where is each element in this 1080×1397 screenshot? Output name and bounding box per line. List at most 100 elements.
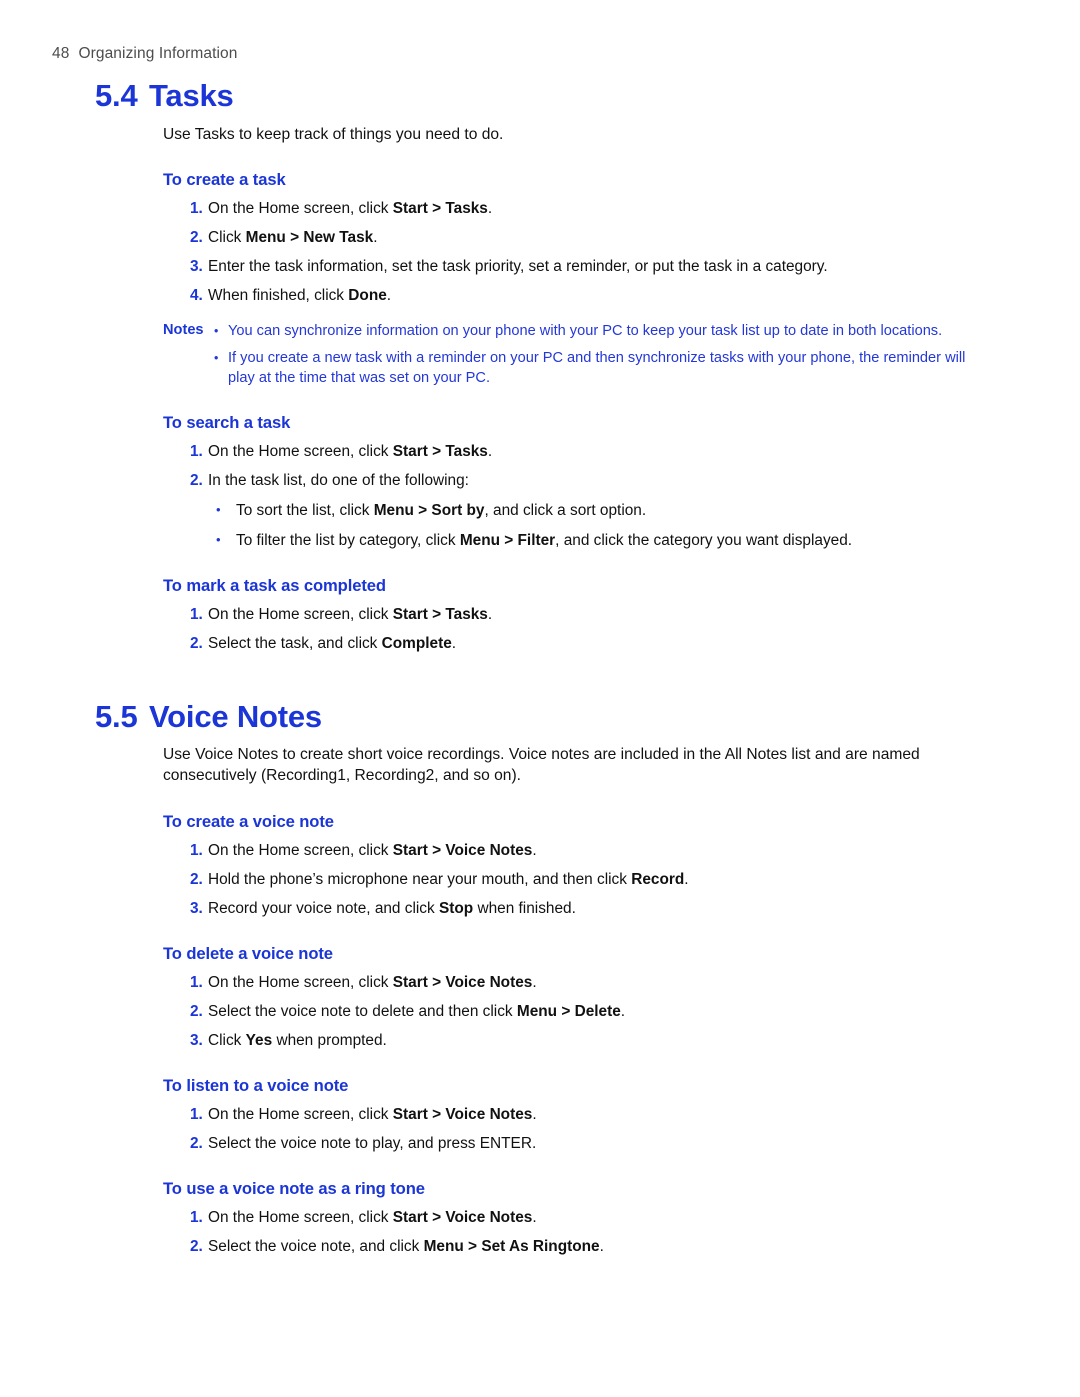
bold-run: Start > Voice Notes <box>392 973 533 991</box>
running-header: 48 Organizing Information <box>52 45 237 63</box>
ordered-step: 3. Click Yes when prompted. <box>0 1031 1080 1051</box>
bold-run: Start > Tasks <box>392 200 488 218</box>
bold-run: Record <box>631 870 685 888</box>
bullet-item: • To sort the list, click Menu > Sort by,… <box>0 501 1080 521</box>
bullet-dot-icon: • <box>216 532 221 548</box>
ordered-step: 1. On the Home screen, click Start > Task… <box>0 605 1080 625</box>
ordered-step: 4. When finished, click Done. <box>0 286 1080 306</box>
text-run: . <box>599 1237 604 1255</box>
steps-create-voice-note: 1. On the Home screen, click Start > Voic… <box>0 841 1080 919</box>
bullet-dot-icon: • <box>214 351 219 366</box>
text-run: On the Home screen, click <box>208 1208 393 1226</box>
ordered-step: 2. Click Menu > New Task. <box>0 228 1080 248</box>
note-text: If you create a new task with a reminder… <box>228 350 966 386</box>
document-page: 48 Organizing Information 5.4 Tasks Use Ta… <box>0 0 1080 1397</box>
note-item: • You can synchronize information on your… <box>0 322 1080 342</box>
bold-run: Start > Tasks <box>392 443 488 461</box>
text-run: . <box>487 200 493 218</box>
bold-run: Done <box>348 287 387 305</box>
ordered-step: 3. Record your voice note, and click Stop… <box>0 899 1080 919</box>
step-text: On the Home screen, click Start > Tasks. <box>208 443 492 460</box>
ordered-step: 2. Select the task, and click Complete. <box>0 634 1080 654</box>
bold-run: Menu > Set As Ringtone <box>423 1237 600 1255</box>
subheading-to-mark-task-completed: To mark a task as completed <box>163 576 386 596</box>
step-number: 1. <box>190 606 203 624</box>
text-run: On the Home screen, click <box>208 1105 393 1123</box>
text-run: On the Home screen, click <box>208 841 393 859</box>
ordered-step: 2. Select the voice note to play, and pre… <box>0 1134 1080 1154</box>
step-text: Select the voice note to delete and then… <box>208 1003 625 1020</box>
bold-run: Menu > Filter <box>459 532 556 550</box>
text-run: . <box>373 229 378 247</box>
bold-run: Menu > Delete <box>516 1002 621 1020</box>
text-run: On the Home screen, click <box>208 200 393 218</box>
ordered-step: 2. Select the voice note, and click Menu … <box>0 1237 1080 1257</box>
ordered-step: 1. On the Home screen, click Start > Voic… <box>0 973 1080 993</box>
step-number: 2. <box>190 635 203 653</box>
text-run: . <box>532 1105 537 1123</box>
step-number: 1. <box>190 443 203 461</box>
steps-voice-note-ringtone: 1. On the Home screen, click Start > Voic… <box>0 1208 1080 1257</box>
note-item: • If you create a new task with a reminde… <box>0 349 1080 388</box>
text-run: On the Home screen, click <box>208 973 393 991</box>
ordered-step: 1. On the Home screen, click Start > Task… <box>0 199 1080 219</box>
text-run: . <box>684 870 689 888</box>
running-chapter-title: Organizing Information <box>78 45 238 62</box>
text-run: On the Home screen, click <box>208 606 393 624</box>
step-number: 1. <box>190 200 203 218</box>
bold-run: Menu > Sort by <box>373 502 485 520</box>
text-run: . <box>532 973 537 991</box>
step-number: 2. <box>190 1237 203 1255</box>
step-number: 1. <box>190 1208 203 1226</box>
text-run: . <box>386 287 392 305</box>
ordered-step: 2. In the task list, do one of the follow… <box>0 471 1080 491</box>
step-number: 2. <box>190 870 203 888</box>
step-number: 2. <box>190 1134 203 1152</box>
text-run: . <box>487 443 493 461</box>
steps-delete-voice-note: 1. On the Home screen, click Start > Voic… <box>0 973 1080 1051</box>
text-run: To filter the list by category, click <box>236 532 460 550</box>
step-number: 1. <box>190 1105 203 1123</box>
section-intro-tasks: Use Tasks to keep track of things you ne… <box>163 125 504 143</box>
ordered-step: 1. On the Home screen, click Start > Voic… <box>0 1208 1080 1228</box>
subheading-to-create-a-voice-note: To create a voice note <box>163 811 334 831</box>
text-run: , and click the category you want displa… <box>555 532 853 550</box>
bullet-dot-icon: • <box>214 324 219 339</box>
step-text: Enter the task information, set the task… <box>208 258 828 275</box>
bold-run: Yes <box>245 1031 273 1049</box>
bullet-text: To filter the list by category, click Me… <box>236 532 852 549</box>
steps-mark-task-completed: 1. On the Home screen, click Start > Task… <box>0 605 1080 654</box>
bold-run: Menu > New Task <box>245 229 374 247</box>
section-number: 5.4 <box>95 78 138 113</box>
subheading-to-use-voice-note-as-ring-tone: To use a voice note as a ring tone <box>163 1178 425 1198</box>
text-run: Hold the phone’s microphone near your mo… <box>208 870 632 888</box>
subheading-to-create-a-task: To create a task <box>163 170 286 190</box>
section-number: 5.5 <box>95 698 138 734</box>
page-number: 48 <box>52 45 70 62</box>
section-intro-voice-notes: Use Voice Notes to create short voice re… <box>163 746 920 784</box>
subheading-to-search-a-task: To search a task <box>163 413 291 433</box>
section-title: Voice Notes <box>149 698 322 734</box>
steps-listen-voice-note: 1. On the Home screen, click Start > Voic… <box>0 1105 1080 1154</box>
step-number: 3. <box>190 1031 203 1049</box>
page-content: 5.4 Tasks Use Tasks to keep track of thin… <box>0 78 1080 1257</box>
step-text: On the Home screen, click Start > Voice … <box>208 842 537 859</box>
text-run: Click <box>208 1031 246 1049</box>
step-text: Select the voice note to play, and press… <box>208 1135 536 1152</box>
ordered-step: 1. On the Home screen, click Start > Task… <box>0 442 1080 462</box>
step-text: On the Home screen, click Start > Voice … <box>208 1106 537 1123</box>
bold-run: Start > Voice Notes <box>392 841 533 859</box>
step-number: 2. <box>190 229 203 247</box>
step-number: 1. <box>190 841 203 859</box>
step-text: Click Yes when prompted. <box>208 1032 387 1049</box>
text-run: To sort the list, click <box>236 502 374 520</box>
bold-run: Start > Voice Notes <box>392 1208 533 1226</box>
text-run: When finished, click <box>208 287 349 305</box>
bold-run: Stop <box>438 899 474 917</box>
step-number: 3. <box>190 899 203 917</box>
steps-search-task: 1. On the Home screen, click Start > Task… <box>0 442 1080 491</box>
text-run: In the task list, do one of the followin… <box>208 472 469 490</box>
text-run: Select the voice note to delete and then… <box>208 1002 517 1020</box>
step-text: On the Home screen, click Start > Voice … <box>208 1209 537 1226</box>
step-number: 3. <box>190 258 203 276</box>
